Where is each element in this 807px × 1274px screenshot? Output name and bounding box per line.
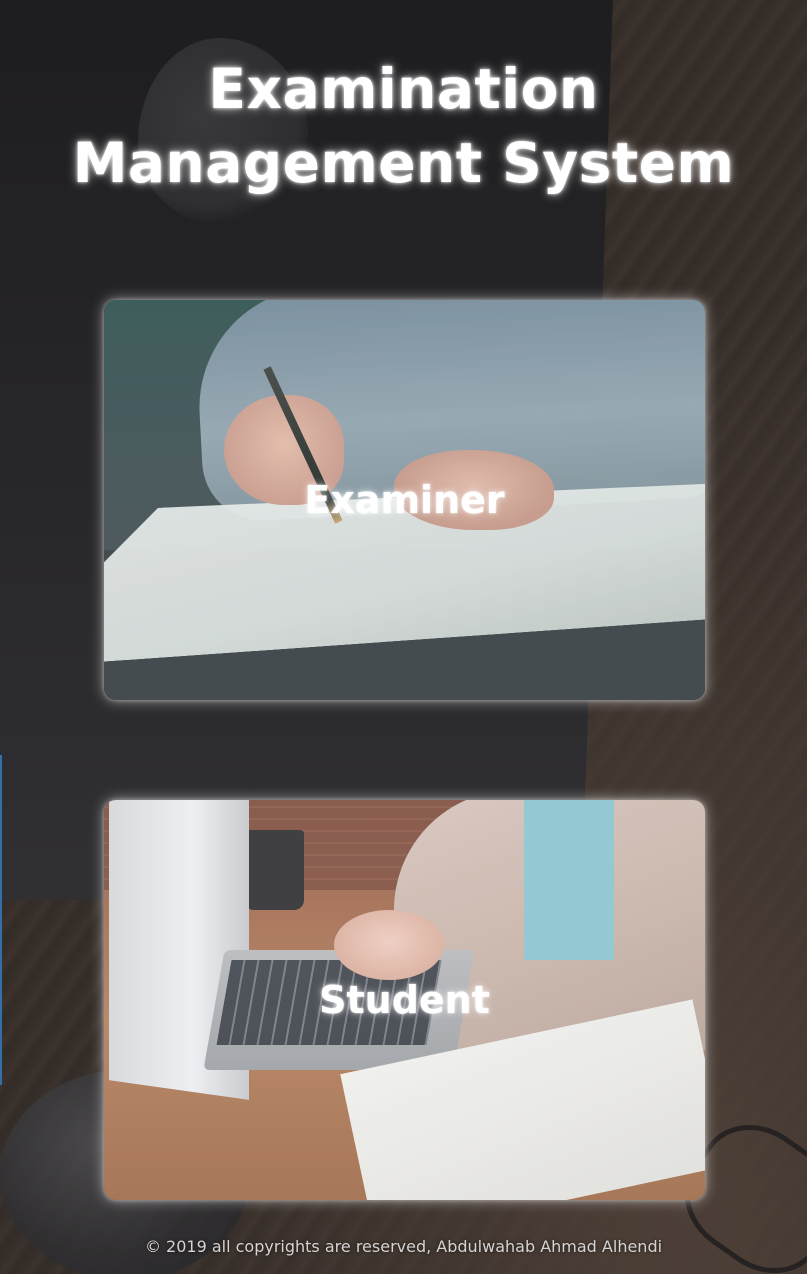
student-card-button[interactable]: Student — [104, 800, 705, 1200]
page-title: Examination Management System — [0, 52, 807, 200]
examiner-card-button[interactable]: Examiner — [104, 300, 705, 700]
student-label: Student — [319, 978, 490, 1022]
copyright-footer: © 2019 all copyrights are reserved, Abdu… — [144, 1237, 663, 1256]
page-title-line-1: Examination — [208, 57, 599, 121]
page-title-line-2: Management System — [72, 131, 735, 195]
examiner-label: Examiner — [304, 478, 505, 522]
